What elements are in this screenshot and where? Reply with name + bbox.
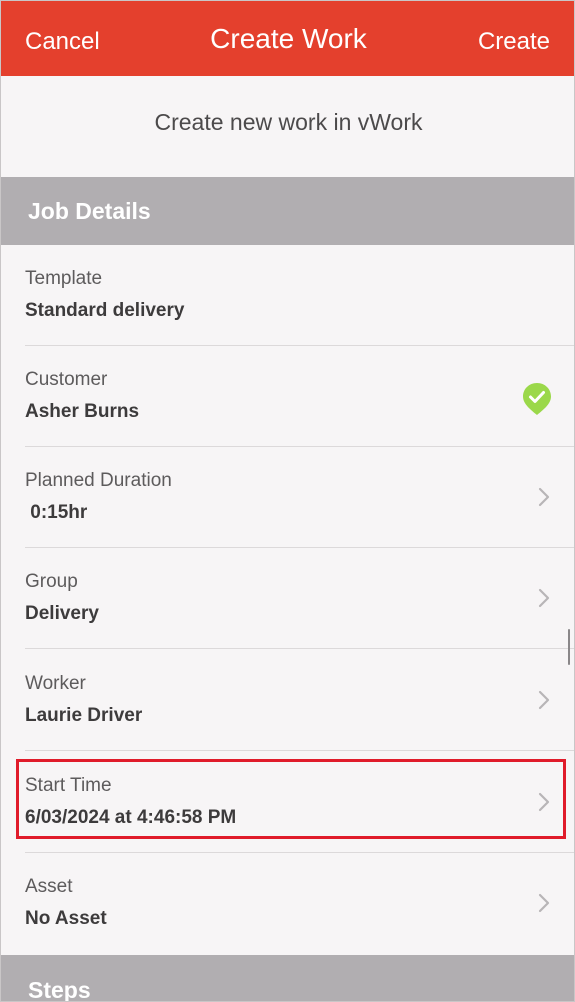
row-template[interactable]: Template Standard delivery [1, 245, 574, 346]
row-value: No Asset [25, 908, 107, 929]
row-planned-duration[interactable]: Planned Duration 0:15hr [1, 447, 574, 548]
row-value: Laurie Driver [25, 705, 143, 726]
row-label: Group [25, 571, 78, 592]
row-group[interactable]: Group Delivery [1, 548, 574, 649]
page-subtitle: Create new work in vWork [154, 109, 423, 135]
chevron-right-icon [538, 690, 550, 710]
check-icon [523, 383, 551, 415]
row-value: Delivery [25, 603, 99, 624]
row-divider [25, 648, 574, 649]
chevron-right-icon [538, 792, 550, 812]
row-customer[interactable]: Customer Asher Burns [1, 346, 574, 447]
scroll-indicator[interactable] [568, 629, 570, 665]
row-start-time[interactable]: Start Time 6/03/2024 at 4:46:58 PM [1, 752, 574, 853]
navigation-bar: Cancel Create Work Create [1, 1, 574, 76]
row-label: Planned Duration [25, 470, 172, 491]
section-header-steps: Steps [1, 955, 574, 1001]
row-value: Asher Burns [25, 401, 140, 422]
row-asset[interactable]: Asset No Asset [1, 853, 574, 954]
section-header-job-details: Job Details [1, 177, 574, 245]
row-value: Standard delivery [25, 300, 185, 321]
row-value: 0:15hr [25, 502, 88, 523]
row-label: Worker [25, 673, 86, 694]
row-label: Customer [25, 369, 108, 390]
row-worker[interactable]: Worker Laurie Driver [1, 650, 574, 751]
chevron-right-icon [538, 893, 550, 913]
row-divider [25, 750, 574, 751]
screen: Cancel Create Work Create Create new wor… [0, 0, 575, 1002]
row-label: Template [25, 268, 103, 289]
create-button[interactable]: Create [478, 25, 550, 59]
row-value: 6/03/2024 at 4:46:58 PM [25, 807, 237, 828]
row-label: Asset [25, 876, 73, 897]
row-label: Start Time [25, 775, 112, 796]
chevron-right-icon [538, 588, 550, 608]
chevron-right-icon [538, 487, 550, 507]
